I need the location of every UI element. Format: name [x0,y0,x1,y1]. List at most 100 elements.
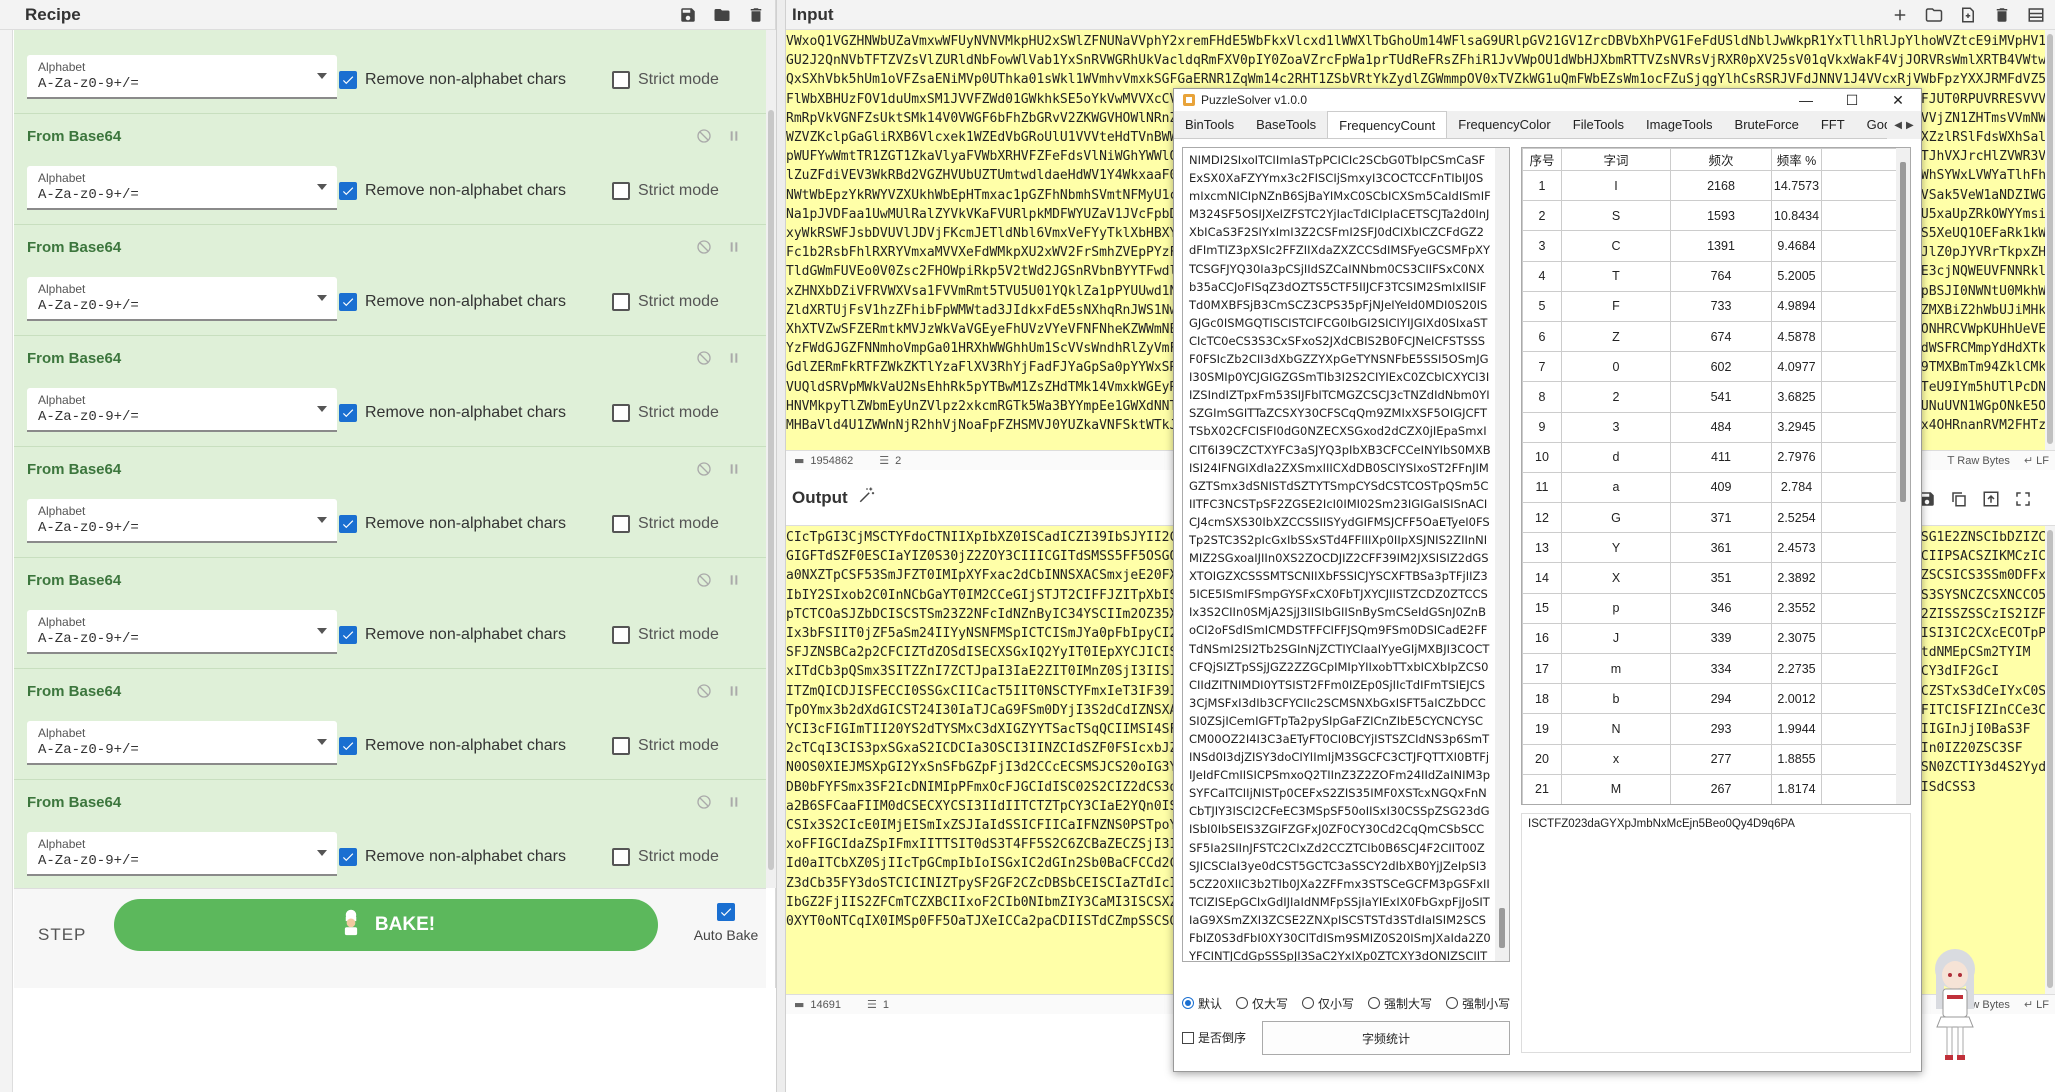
table-scrollbar[interactable] [1896,148,1910,804]
pause-icon[interactable] [726,794,742,810]
frequency-input-textarea[interactable]: NIMDI2SIxoITCIImIaSTpPCICIc2SCbG0TbIpCSm… [1182,147,1510,962]
remove-non-alphabet-checkbox[interactable]: Remove non-alphabet chars [339,848,566,866]
table-row[interactable]: 18 b 294 2.0012 [1522,683,1897,715]
recipe-operation[interactable]: From Base64 Alphabet A-Za-z0-9+/= Remove… [14,669,766,780]
alphabet-select[interactable]: Alphabet A-Za-z0-9+/= [27,721,337,765]
remove-non-alphabet-checkbox[interactable]: Remove non-alphabet chars [339,737,566,755]
recipe-scrollbar[interactable] [766,30,776,888]
result-textarea[interactable]: ISCTFZ023daGYXpJmbNxMcEjn5Beo0Qy4D9q6PA [1521,813,1911,1053]
chevron-left-icon[interactable]: ◀ [1894,120,1902,131]
clear-recipe-icon[interactable] [747,6,765,24]
recipe-operation[interactable]: From Base64 Alphabet A-Za-z0-9+/= Remove… [14,558,766,669]
scrollbar-thumb[interactable] [2047,34,2053,444]
count-frequency-button[interactable]: 字频统计 [1262,1021,1510,1055]
table-row[interactable]: 2 S 1593 10.8434 [1522,200,1897,232]
column-header[interactable]: 频次 [1670,148,1772,171]
tab-basetools[interactable]: BaseTools [1245,111,1327,138]
table-row[interactable]: 8 2 541 3.6825 [1522,381,1897,413]
add-tab-icon[interactable] [1891,6,1909,24]
copy-icon[interactable] [1950,490,1968,508]
remove-non-alphabet-checkbox[interactable]: Remove non-alphabet chars [339,515,566,533]
save-recipe-icon[interactable] [679,6,697,24]
remove-non-alphabet-checkbox[interactable]: Remove non-alphabet chars [339,182,566,200]
strict-mode-checkbox[interactable]: Strict mode [612,515,719,533]
scrollbar-thumb[interactable] [1499,908,1505,948]
strict-mode-checkbox[interactable]: Strict mode [612,182,719,200]
remove-non-alphabet-checkbox[interactable]: Remove non-alphabet chars [339,293,566,311]
recipe-operation[interactable]: From Base64 Alphabet A-Za-z0-9+/= Remove… [14,447,766,558]
pane-resizer[interactable] [776,0,786,1092]
auto-bake-checkbox[interactable]: Auto Bake [686,903,766,943]
step-button[interactable]: STEP [38,925,86,945]
pause-icon[interactable] [726,572,742,588]
table-row[interactable]: 9 3 484 3.2945 [1522,411,1897,443]
radio-force-lower[interactable]: 强制小写 [1446,993,1510,1013]
strict-mode-checkbox[interactable]: Strict mode [612,848,719,866]
alphabet-select[interactable]: Alphabet A-Za-z0-9+/= [27,610,337,654]
table-row[interactable]: 5 F 733 4.9894 [1522,290,1897,322]
pause-icon[interactable] [726,128,742,144]
disable-icon[interactable] [696,572,712,588]
maximize-button[interactable]: ☐ [1829,89,1875,111]
recipe-operation[interactable]: Alphabet A-Za-z0-9+/= Remove non-alphabe… [14,30,766,114]
table-row[interactable]: 16 J 339 2.3075 [1522,622,1897,655]
table-row[interactable]: 20 x 277 1.8855 [1522,743,1897,775]
radio-default[interactable]: 默认 [1182,993,1222,1013]
radio-upper-only[interactable]: 仅大写 [1236,993,1288,1013]
tab-filetools[interactable]: FileTools [1562,111,1635,138]
strict-mode-checkbox[interactable]: Strict mode [612,404,719,422]
table-row[interactable]: 3 C 1391 9.4684 [1522,230,1897,262]
scrollbar-thumb[interactable] [2047,530,2053,988]
table-row[interactable]: 7 0 602 4.0977 [1522,351,1897,383]
strict-mode-checkbox[interactable]: Strict mode [612,71,719,89]
table-row[interactable]: 4 T 764 5.2005 [1522,260,1897,292]
alphabet-select[interactable]: Alphabet A-Za-z0-9+/= [27,499,337,543]
table-row[interactable]: 10 d 411 2.7976 [1522,441,1897,473]
pause-icon[interactable] [726,350,742,366]
window-titlebar[interactable]: PuzzleSolver v1.0.0 — ☐ ✕ [1174,89,1921,111]
recipe-operation[interactable]: From Base64 Alphabet A-Za-z0-9+/= Remove… [14,114,766,225]
delete-icon[interactable] [1993,6,2011,24]
remove-non-alphabet-checkbox[interactable]: Remove non-alphabet chars [339,404,566,422]
table-row[interactable]: 1 I 2168 14.7573 [1522,169,1897,202]
alphabet-select[interactable]: Alphabet A-Za-z0-9+/= [27,55,337,99]
layout-icon[interactable] [2027,6,2045,24]
disable-icon[interactable] [696,461,712,477]
input-eol[interactable]: ↵ LF [2024,454,2049,467]
column-header[interactable]: 序号 [1522,148,1562,171]
radio-lower-only[interactable]: 仅小写 [1302,993,1354,1013]
tab-fft[interactable]: FFT [1810,111,1856,138]
alphabet-select[interactable]: Alphabet A-Za-z0-9+/= [27,277,337,321]
output-eol[interactable]: ↵ LF [2024,998,2049,1011]
column-header[interactable]: 字词 [1561,148,1671,171]
disable-icon[interactable] [696,350,712,366]
close-button[interactable]: ✕ [1875,89,1921,111]
tab-imagetools[interactable]: ImageTools [1635,111,1723,138]
recipe-operation[interactable]: From Base64 Alphabet A-Za-z0-9+/= Remove… [14,336,766,447]
output-scrollbar[interactable] [2045,526,2055,994]
remove-non-alphabet-checkbox[interactable]: Remove non-alphabet chars [339,71,566,89]
table-row[interactable]: 21 M 267 1.8174 [1522,773,1897,804]
strict-mode-checkbox[interactable]: Strict mode [612,626,719,644]
reverse-order-checkbox[interactable]: 是否倒序 [1182,1029,1246,1046]
load-recipe-icon[interactable] [713,6,731,24]
tab-bruteforce[interactable]: BruteForce [1724,111,1810,138]
strict-mode-checkbox[interactable]: Strict mode [612,293,719,311]
open-folder-icon[interactable] [1925,6,1943,24]
alphabet-select[interactable]: Alphabet A-Za-z0-9+/= [27,166,337,210]
strict-mode-checkbox[interactable]: Strict mode [612,737,719,755]
radio-force-upper[interactable]: 强制大写 [1368,993,1432,1013]
scrollbar-thumb[interactable] [768,110,774,870]
recipe-operation[interactable]: From Base64 Alphabet A-Za-z0-9+/= Remove… [14,225,766,336]
table-row[interactable]: 12 G 371 2.5254 [1522,502,1897,534]
table-row[interactable]: 15 p 346 2.3552 [1522,592,1897,624]
open-file-icon[interactable] [1959,6,1977,24]
pause-icon[interactable] [726,461,742,477]
table-row[interactable]: 14 X 351 2.3892 [1522,562,1897,594]
replace-input-icon[interactable] [1982,490,2000,508]
recipe-operation[interactable]: From Base64 Alphabet A-Za-z0-9+/= Remove… [14,780,766,888]
disable-icon[interactable] [696,683,712,699]
textarea-scrollbar[interactable] [1495,148,1509,961]
disable-icon[interactable] [696,239,712,255]
column-header[interactable]: 频率 % [1771,148,1822,171]
